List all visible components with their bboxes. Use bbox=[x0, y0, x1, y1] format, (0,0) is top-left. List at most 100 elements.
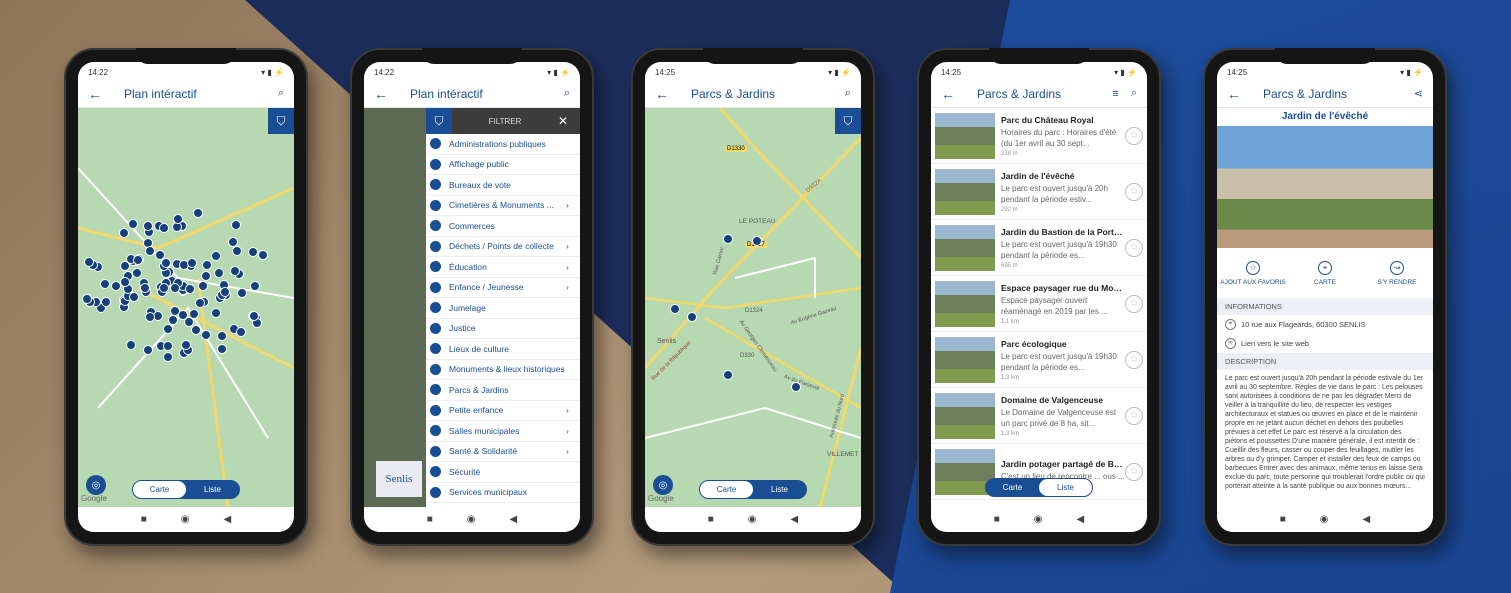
filter-button[interactable]: ⛉ bbox=[268, 108, 294, 134]
favorite-star-icon[interactable]: ☆ bbox=[1125, 406, 1143, 425]
poi-marker[interactable] bbox=[145, 245, 156, 256]
filter-item[interactable]: Enfance / Jeunesse › bbox=[426, 278, 580, 298]
tab-map[interactable]: Carte bbox=[986, 479, 1039, 496]
map[interactable]: D1330 D932A LE POTEAU D1017 D1324 D330 S… bbox=[645, 108, 861, 507]
park-marker[interactable] bbox=[752, 236, 762, 246]
back-arrow-icon[interactable]: ← bbox=[1227, 86, 1253, 102]
poi-marker[interactable] bbox=[236, 326, 247, 337]
map[interactable]: ⛉ ◎ Google Carte Liste bbox=[78, 108, 294, 507]
close-icon[interactable]: ✕ bbox=[558, 114, 580, 128]
favorite-star-icon[interactable]: ☆ bbox=[1125, 294, 1143, 313]
poi-marker[interactable] bbox=[229, 265, 240, 276]
back-arrow-icon[interactable]: ← bbox=[941, 86, 967, 102]
poi-marker[interactable] bbox=[131, 267, 142, 278]
favorite-star-icon[interactable]: ☆ bbox=[1125, 462, 1143, 481]
filter-item[interactable]: Bureaux de vote bbox=[426, 175, 580, 196]
filter-item[interactable]: Déchets / Points de collecte › bbox=[426, 237, 580, 257]
search-icon[interactable]: ⌕ bbox=[845, 87, 851, 100]
poi-marker[interactable] bbox=[118, 227, 129, 238]
filter-item[interactable]: Petite enfance › bbox=[426, 401, 580, 421]
list-item[interactable]: Parc du Château Royal Horaires du parc : … bbox=[931, 108, 1147, 164]
poi-marker[interactable] bbox=[82, 293, 93, 304]
list-item[interactable]: Domaine de Valgenceuse Le Domaine de Valg… bbox=[931, 388, 1147, 444]
tab-map[interactable]: Carte bbox=[700, 481, 753, 498]
directions-button[interactable]: ↝ S'Y RENDRE bbox=[1361, 260, 1433, 286]
park-marker[interactable] bbox=[687, 312, 697, 322]
tab-list[interactable]: Liste bbox=[1039, 479, 1092, 496]
filter-item[interactable]: Justice bbox=[426, 319, 580, 339]
add-favorite-button[interactable]: ☆ AJOUT AUX FAVORIS bbox=[1217, 260, 1289, 286]
nav-back-icon[interactable]: ◀ bbox=[510, 514, 518, 525]
favorite-star-icon[interactable]: ☆ bbox=[1125, 182, 1143, 201]
poi-marker[interactable] bbox=[220, 286, 231, 297]
filter-item[interactable]: Commerces bbox=[426, 216, 580, 237]
poi-marker[interactable] bbox=[257, 250, 268, 261]
sort-icon[interactable]: ≡ bbox=[1112, 88, 1118, 100]
list-item[interactable]: Parc écologique Le parc est ouvert jusqu'… bbox=[931, 332, 1147, 388]
nav-back-icon[interactable]: ◀ bbox=[1363, 514, 1371, 525]
filter-item[interactable]: Parcs & Jardins bbox=[426, 380, 580, 401]
filter-item[interactable]: Lieux de culture bbox=[426, 339, 580, 360]
favorite-star-icon[interactable]: ☆ bbox=[1125, 126, 1143, 145]
place-photo[interactable] bbox=[1217, 126, 1433, 248]
poi-marker[interactable] bbox=[186, 257, 197, 268]
home-icon[interactable]: ◉ bbox=[181, 514, 190, 525]
nav-back-icon[interactable]: ◀ bbox=[791, 514, 799, 525]
poi-marker[interactable] bbox=[211, 250, 222, 261]
filter-item[interactable]: Sécurité bbox=[426, 462, 580, 483]
website-link[interactable]: ∞ Lien vers le site web bbox=[1217, 334, 1433, 353]
search-icon[interactable]: ⌕ bbox=[278, 87, 284, 100]
locate-button[interactable]: ◎ bbox=[653, 475, 673, 495]
home-icon[interactable]: ◉ bbox=[467, 514, 476, 525]
recent-apps-icon[interactable]: ■ bbox=[427, 514, 433, 525]
back-arrow-icon[interactable]: ← bbox=[655, 86, 681, 102]
filter-item[interactable]: Éducation › bbox=[426, 257, 580, 278]
filter-item[interactable]: Salles municipales › bbox=[426, 421, 580, 442]
poi-marker[interactable] bbox=[230, 219, 241, 230]
poi-marker[interactable] bbox=[167, 315, 178, 326]
home-icon[interactable]: ◉ bbox=[1034, 514, 1043, 525]
poi-marker[interactable] bbox=[162, 323, 173, 334]
recent-apps-icon[interactable]: ■ bbox=[994, 514, 1000, 525]
poi-marker[interactable] bbox=[99, 278, 110, 289]
filter-item[interactable]: Affichage public bbox=[426, 155, 580, 175]
poi-marker[interactable] bbox=[83, 256, 94, 267]
park-marker[interactable] bbox=[791, 382, 801, 392]
search-icon[interactable]: ⌕ bbox=[1131, 87, 1137, 100]
poi-marker[interactable] bbox=[248, 310, 259, 321]
favorite-star-icon[interactable]: ☆ bbox=[1125, 238, 1143, 257]
poi-marker[interactable] bbox=[232, 245, 243, 256]
poi-marker[interactable] bbox=[188, 308, 199, 319]
poi-marker[interactable] bbox=[158, 282, 169, 293]
filter-button[interactable]: ⛉ bbox=[835, 108, 861, 134]
tab-list[interactable]: Liste bbox=[186, 481, 239, 498]
recent-apps-icon[interactable]: ■ bbox=[141, 514, 147, 525]
filter-item[interactable]: Cimetières & Monuments ... › bbox=[426, 196, 580, 216]
park-marker[interactable] bbox=[723, 370, 733, 380]
poi-marker[interactable] bbox=[100, 296, 111, 307]
back-arrow-icon[interactable]: ← bbox=[374, 86, 400, 102]
filter-item[interactable]: Services municipaux bbox=[426, 483, 580, 503]
filter-item[interactable]: Monuments & lieux historiques bbox=[426, 360, 580, 380]
poi-marker[interactable] bbox=[217, 330, 228, 341]
park-marker[interactable] bbox=[723, 234, 733, 244]
home-icon[interactable]: ◉ bbox=[1320, 514, 1329, 525]
poi-marker[interactable] bbox=[191, 324, 202, 335]
poi-marker[interactable] bbox=[228, 236, 239, 247]
favorite-star-icon[interactable]: ☆ bbox=[1125, 350, 1143, 369]
poi-marker[interactable] bbox=[133, 254, 144, 265]
poi-marker[interactable] bbox=[181, 339, 192, 350]
back-arrow-icon[interactable]: ← bbox=[88, 86, 114, 102]
filter-item[interactable]: Jumelage bbox=[426, 298, 580, 319]
poi-marker[interactable] bbox=[139, 283, 150, 294]
address[interactable]: ⌖ 10 rue aux Flageards, 60300 SENLIS bbox=[1217, 315, 1433, 334]
tab-map[interactable]: Carte bbox=[133, 481, 186, 498]
list-item[interactable]: Jardin du Bastion de la Porte de ... Le p… bbox=[931, 220, 1147, 276]
park-marker[interactable] bbox=[670, 304, 680, 314]
filter-item[interactable]: Administrations publiques bbox=[426, 134, 580, 155]
poi-marker[interactable] bbox=[173, 213, 184, 224]
poi-marker[interactable] bbox=[202, 259, 213, 270]
tab-list[interactable]: Liste bbox=[753, 481, 806, 498]
recent-apps-icon[interactable]: ■ bbox=[1280, 514, 1286, 525]
poi-marker[interactable] bbox=[194, 298, 205, 309]
